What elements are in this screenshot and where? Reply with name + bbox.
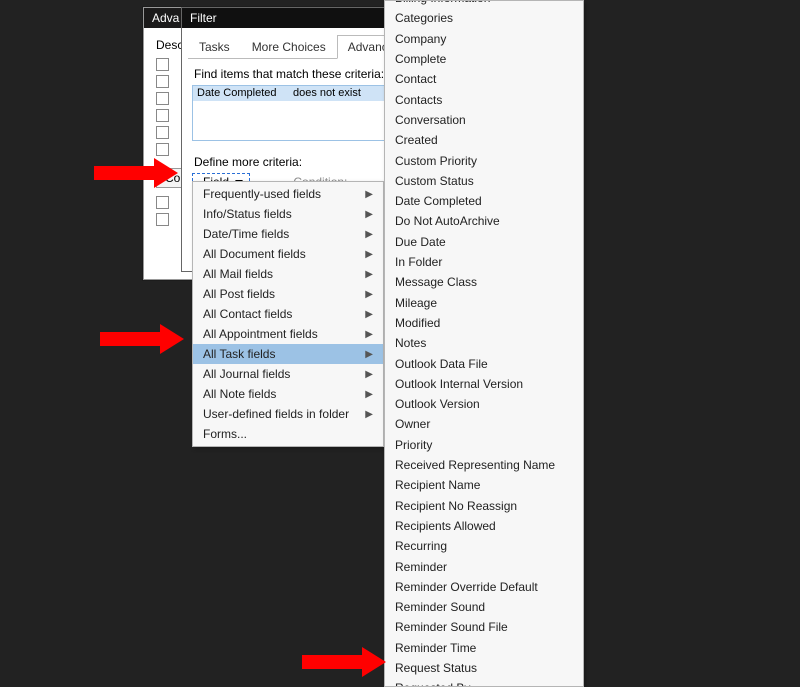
task-field-outlook-internal-version[interactable]: Outlook Internal Version (385, 374, 583, 394)
menu-item-label: Frequently-used fields (203, 187, 321, 201)
task-field-complete[interactable]: Complete (385, 49, 583, 69)
field-category-forms[interactable]: Forms... (193, 424, 383, 444)
chevron-right-icon: ▶ (365, 329, 373, 340)
task-field-in-folder[interactable]: In Folder (385, 252, 583, 272)
task-field-notes[interactable]: Notes (385, 333, 583, 353)
task-field-company[interactable]: Company (385, 29, 583, 49)
field-category-all-contact-fields[interactable]: All Contact fields ▶ (193, 304, 383, 324)
task-field-priority[interactable]: Priority (385, 435, 583, 455)
task-field-do-not-autoarchive[interactable]: Do Not AutoArchive (385, 211, 583, 231)
menu-item-label: All Post fields (203, 287, 275, 301)
task-field-recurring[interactable]: Recurring (385, 536, 583, 556)
chevron-right-icon: ▶ (365, 389, 373, 400)
chevron-right-icon: ▶ (365, 409, 373, 420)
field-category-menu: Frequently-used fields▶Info/Status field… (192, 181, 384, 447)
annotation-arrow-2 (100, 324, 190, 354)
field-category-date-time-fields[interactable]: Date/Time fields ▶ (193, 224, 383, 244)
task-field-reminder[interactable]: Reminder (385, 557, 583, 577)
task-field-date-completed[interactable]: Date Completed (385, 191, 583, 211)
field-category-all-task-fields[interactable]: All Task fields ▶ (193, 344, 383, 364)
task-fields-submenu: Actual WorkAssignedAttachmentAuto Forwar… (384, 0, 584, 687)
chevron-right-icon: ▶ (365, 249, 373, 260)
task-field-requested-by[interactable]: Requested By (385, 678, 583, 687)
menu-item-label: All Contact fields (203, 307, 292, 321)
chevron-right-icon: ▶ (365, 369, 373, 380)
task-field-reminder-time[interactable]: Reminder Time (385, 638, 583, 658)
task-field-reminder-override-default[interactable]: Reminder Override Default (385, 577, 583, 597)
chevron-right-icon: ▶ (365, 189, 373, 200)
task-field-outlook-data-file[interactable]: Outlook Data File (385, 354, 583, 374)
menu-item-label: All Appointment fields (203, 327, 318, 341)
task-field-request-status[interactable]: Request Status (385, 658, 583, 678)
menu-item-label: All Mail fields (203, 267, 273, 281)
task-field-custom-status[interactable]: Custom Status (385, 171, 583, 191)
field-category-frequently-used-fields[interactable]: Frequently-used fields ▶ (193, 184, 383, 204)
task-field-recipient-name[interactable]: Recipient Name (385, 475, 583, 495)
menu-item-label: Info/Status fields (203, 207, 292, 221)
field-category-all-appointment-fields[interactable]: All Appointment fields ▶ (193, 324, 383, 344)
field-category-all-journal-fields[interactable]: All Journal fields ▶ (193, 364, 383, 384)
task-field-modified[interactable]: Modified (385, 313, 583, 333)
field-category-info-status-fields[interactable]: Info/Status fields ▶ (193, 204, 383, 224)
task-field-billing-information[interactable]: Billing Information (385, 0, 583, 8)
checkbox-2[interactable] (156, 75, 169, 88)
annotation-arrow-3 (302, 647, 392, 677)
chevron-right-icon: ▶ (365, 289, 373, 300)
menu-item-label: All Document fields (203, 247, 306, 261)
field-category-all-mail-fields[interactable]: All Mail fields ▶ (193, 264, 383, 284)
task-field-custom-priority[interactable]: Custom Priority (385, 151, 583, 171)
menu-item-label: All Task fields (203, 347, 275, 361)
menu-item-label: All Note fields (203, 387, 276, 401)
task-field-received-representing-name[interactable]: Received Representing Name (385, 455, 583, 475)
chevron-right-icon: ▶ (365, 229, 373, 240)
task-field-outlook-version[interactable]: Outlook Version (385, 394, 583, 414)
chevron-right-icon: ▶ (365, 309, 373, 320)
task-field-message-class[interactable]: Message Class (385, 272, 583, 292)
task-field-contact[interactable]: Contact (385, 69, 583, 89)
chevron-right-icon: ▶ (365, 209, 373, 220)
task-field-recipients-allowed[interactable]: Recipients Allowed (385, 516, 583, 536)
checkbox-4[interactable] (156, 109, 169, 122)
menu-item-label: All Journal fields (203, 367, 290, 381)
checkbox-8[interactable] (156, 213, 169, 226)
task-field-mileage[interactable]: Mileage (385, 293, 583, 313)
task-field-reminder-sound[interactable]: Reminder Sound (385, 597, 583, 617)
menu-item-label: Date/Time fields (203, 227, 289, 241)
field-category-all-document-fields[interactable]: All Document fields ▶ (193, 244, 383, 264)
task-field-created[interactable]: Created (385, 130, 583, 150)
task-field-due-date[interactable]: Due Date (385, 232, 583, 252)
task-field-contacts[interactable]: Contacts (385, 90, 583, 110)
checkbox-5[interactable] (156, 126, 169, 139)
task-field-reminder-sound-file[interactable]: Reminder Sound File (385, 617, 583, 637)
checkbox-7[interactable] (156, 196, 169, 209)
tab-more-choices[interactable]: More Choices (241, 35, 337, 59)
criteria-field: Date Completed (197, 87, 293, 99)
field-category-user-defined-fields-in-folder[interactable]: User-defined fields in folder ▶ (193, 404, 383, 424)
criteria-condition: does not exist (293, 87, 361, 99)
tab-tasks[interactable]: Tasks (188, 35, 241, 59)
checkbox-6[interactable] (156, 143, 169, 156)
field-category-all-note-fields[interactable]: All Note fields ▶ (193, 384, 383, 404)
task-field-categories[interactable]: Categories (385, 8, 583, 28)
menu-item-label: Forms... (203, 427, 247, 441)
task-fields-submenu-inner: Actual WorkAssignedAttachmentAuto Forwar… (385, 0, 583, 687)
chevron-right-icon: ▶ (365, 269, 373, 280)
checkbox-3[interactable] (156, 92, 169, 105)
menu-item-label: User-defined fields in folder (203, 407, 349, 421)
task-field-conversation[interactable]: Conversation (385, 110, 583, 130)
task-field-owner[interactable]: Owner (385, 414, 583, 434)
field-category-all-post-fields[interactable]: All Post fields ▶ (193, 284, 383, 304)
task-field-recipient-no-reassign[interactable]: Recipient No Reassign (385, 496, 583, 516)
checkbox-1[interactable] (156, 58, 169, 71)
chevron-right-icon: ▶ (365, 349, 373, 360)
